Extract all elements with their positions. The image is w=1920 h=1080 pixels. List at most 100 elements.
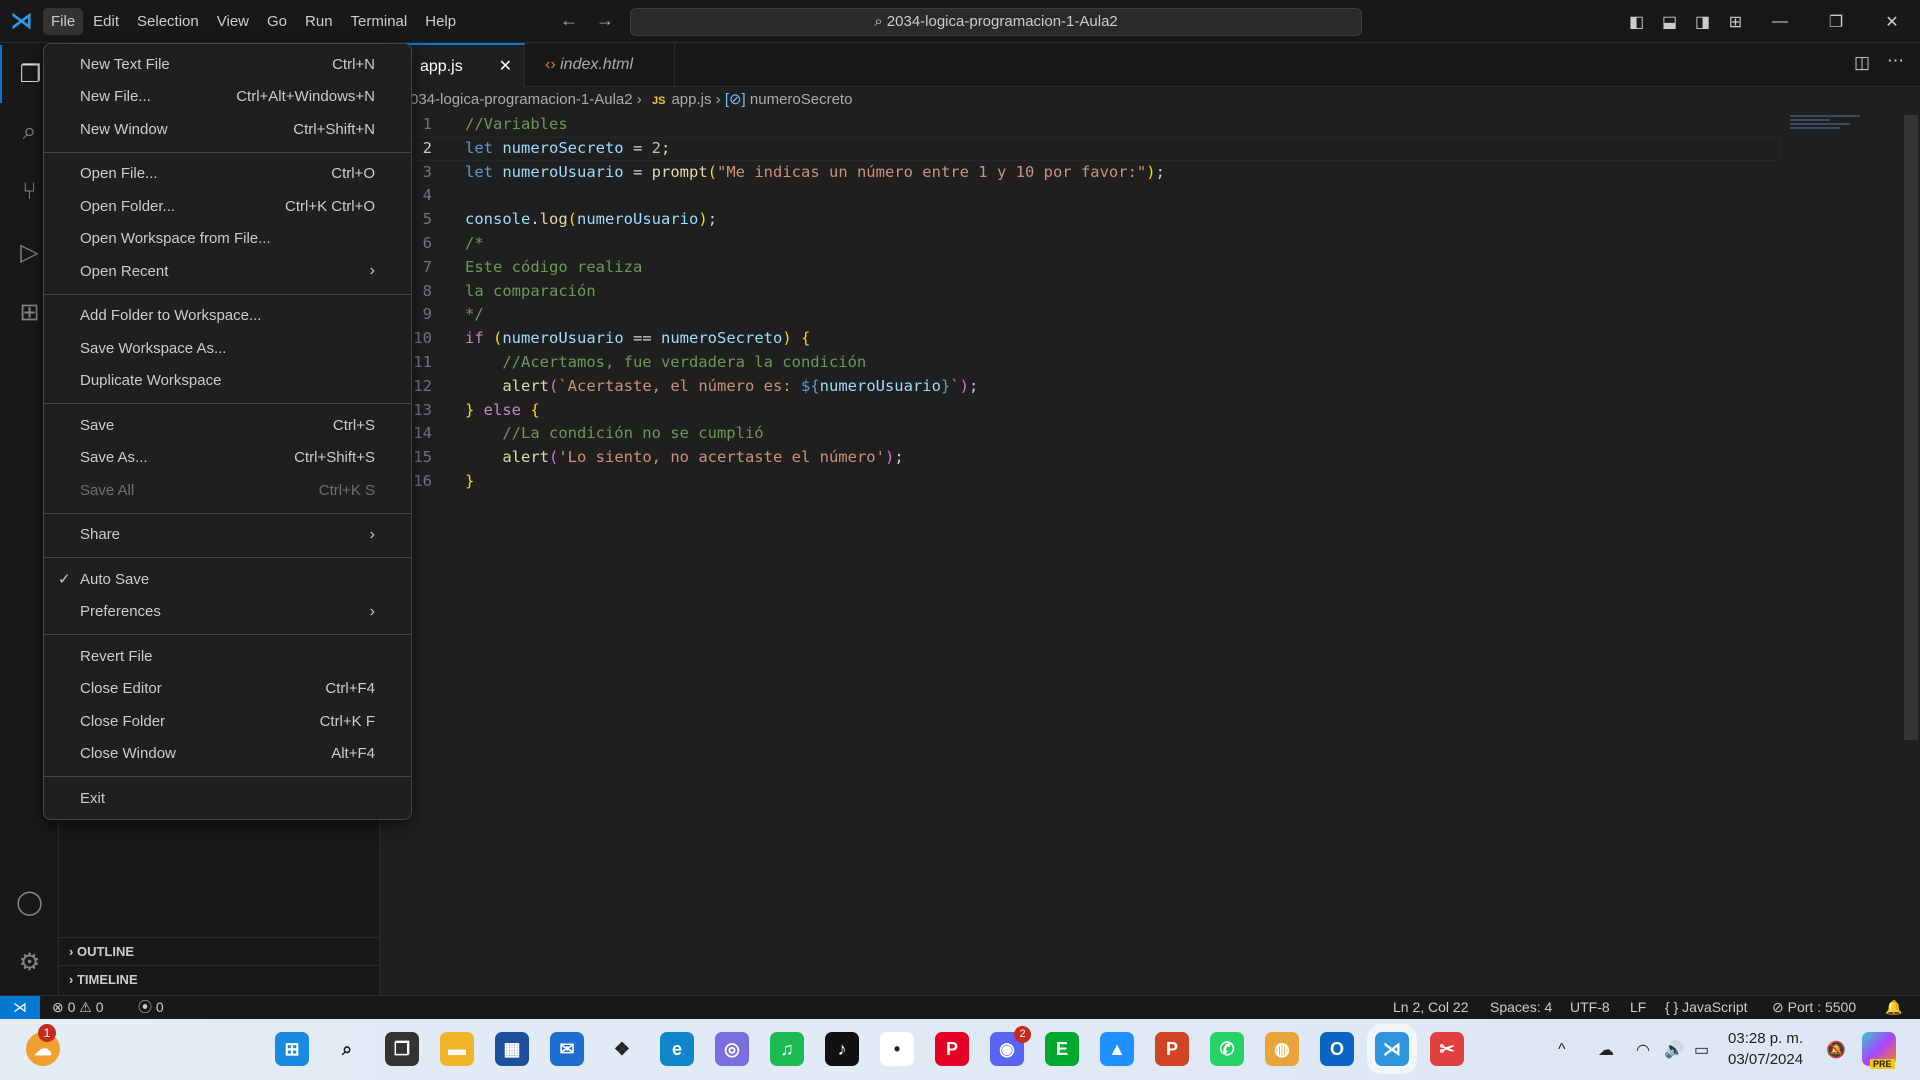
app-icon[interactable]: • bbox=[880, 1032, 914, 1066]
menu-terminal[interactable]: Terminal bbox=[343, 8, 416, 35]
menu-item-open-folder[interactable]: Open Folder... Ctrl+K Ctrl+O bbox=[44, 190, 411, 223]
menu-selection[interactable]: Selection bbox=[129, 8, 207, 35]
menu-item-open-workspace-from-file[interactable]: Open Workspace from File... bbox=[44, 223, 411, 256]
powerpoint-icon[interactable]: P bbox=[1155, 1032, 1189, 1066]
language-mode[interactable]: { } JavaScript bbox=[1665, 996, 1748, 1019]
minimize-button[interactable]: — bbox=[1752, 13, 1808, 31]
outlook-icon[interactable]: O bbox=[1320, 1032, 1354, 1066]
cursor-position[interactable]: Ln 2, Col 22 bbox=[1393, 996, 1469, 1019]
menu-item-save[interactable]: Save Ctrl+S bbox=[44, 409, 411, 442]
code-line[interactable]: 11 //Acertamos, fue verdadera la condici… bbox=[380, 351, 1780, 375]
code-line[interactable]: 7 Este código realiza bbox=[380, 256, 1780, 280]
restore-button[interactable]: ❐ bbox=[1808, 12, 1864, 32]
battery-icon[interactable]: ▭ bbox=[1694, 1019, 1709, 1080]
code-line[interactable]: 12 alert(`Acertaste, el número es: ${num… bbox=[380, 375, 1780, 399]
menu-item-close-folder[interactable]: Close Folder Ctrl+K F bbox=[44, 705, 411, 738]
whatsapp-icon[interactable]: ✆ bbox=[1210, 1032, 1244, 1066]
snipping-tool-icon[interactable]: ✂ bbox=[1430, 1032, 1464, 1066]
code-line[interactable]: 16} bbox=[380, 470, 1780, 494]
mail-icon[interactable]: ✉ bbox=[550, 1032, 584, 1066]
end-of-line[interactable]: LF bbox=[1630, 996, 1646, 1019]
start-icon[interactable]: ⊞ bbox=[275, 1032, 309, 1066]
menu-item-new-text-file[interactable]: New Text File Ctrl+N bbox=[44, 48, 411, 81]
breadcrumb-symbol[interactable]: numeroSecreto bbox=[750, 91, 853, 108]
menu-file[interactable]: File bbox=[43, 7, 84, 35]
minimap[interactable] bbox=[1790, 113, 1870, 153]
file-explorer-icon[interactable]: ▬ bbox=[440, 1032, 474, 1066]
menu-item-exit[interactable]: Exit bbox=[44, 782, 411, 815]
breadcrumb-file[interactable]: app.js bbox=[671, 91, 711, 108]
code-line[interactable]: 13} else { bbox=[380, 399, 1780, 423]
menu-item-share[interactable]: Share › bbox=[44, 519, 411, 552]
menu-item-duplicate-workspace[interactable]: Duplicate Workspace bbox=[44, 365, 411, 398]
code-line[interactable]: 3 let numeroUsuario = prompt("Me indicas … bbox=[380, 161, 1780, 185]
tiktok-icon[interactable]: ♪ bbox=[825, 1032, 859, 1066]
code-line[interactable]: 9 */ bbox=[380, 303, 1780, 327]
task-view-icon[interactable]: ❐ bbox=[385, 1032, 419, 1066]
menu-help[interactable]: Help bbox=[417, 8, 464, 35]
tab-index-html[interactable]: ‹› index.html bbox=[525, 43, 675, 87]
toggle-panel-icon[interactable]: ⬓ bbox=[1653, 12, 1686, 32]
forward-arrow-icon[interactable]: → bbox=[596, 10, 614, 31]
toggle-secondary-sidebar-icon[interactable]: ◨ bbox=[1686, 12, 1719, 32]
evernote-icon[interactable]: E bbox=[1045, 1032, 1079, 1066]
code-line[interactable]: 10 if (numeroUsuario == numeroSecreto) { bbox=[380, 327, 1780, 351]
breadcrumb-folder[interactable]: 034-logica-programacion-1-Aula2 bbox=[410, 91, 633, 108]
edge-icon[interactable]: e bbox=[660, 1032, 694, 1066]
problems-indicator[interactable]: ⊗ 0 ⚠ 0 bbox=[52, 996, 104, 1019]
code-line[interactable]: 5 console.log(numeroUsuario); bbox=[380, 208, 1780, 232]
menu-item-close-editor[interactable]: Close Editor Ctrl+F4 bbox=[44, 673, 411, 706]
clock[interactable]: 03:28 p. m. 03/07/2024 bbox=[1728, 1028, 1803, 1070]
dropbox-icon[interactable]: ❖ bbox=[605, 1032, 639, 1066]
menu-item-close-window[interactable]: Close Window Alt+F4 bbox=[44, 738, 411, 771]
menu-item-open-file[interactable]: Open File... Ctrl+O bbox=[44, 158, 411, 191]
show-hidden-icons[interactable]: ^ bbox=[1558, 1019, 1566, 1080]
spotify-icon[interactable]: ♫ bbox=[770, 1032, 804, 1066]
timeline-section[interactable]: › TIMELINE bbox=[59, 965, 380, 993]
editor-scrollbar[interactable] bbox=[1904, 115, 1918, 740]
menu-edit[interactable]: Edit bbox=[85, 8, 127, 35]
ports-indicator[interactable]: ⦿ 0 bbox=[138, 996, 164, 1019]
close-tab-icon[interactable]: ✕ bbox=[499, 45, 512, 89]
onedrive-icon[interactable]: ☁ bbox=[1598, 1019, 1614, 1080]
menu-item-add-folder-to-workspace[interactable]: Add Folder to Workspace... bbox=[44, 300, 411, 333]
copilot-app-icon[interactable]: ◎ bbox=[715, 1032, 749, 1066]
menu-view[interactable]: View bbox=[209, 8, 257, 35]
notifications-bell-icon[interactable]: 🔔 bbox=[1885, 996, 1902, 1019]
pinterest-icon[interactable]: P bbox=[935, 1032, 969, 1066]
accounts-icon[interactable]: ◯ bbox=[0, 873, 59, 931]
photos-icon[interactable]: ▲ bbox=[1100, 1032, 1134, 1066]
search-icon[interactable]: ⌕ bbox=[330, 1032, 364, 1066]
remote-indicator-icon[interactable]: ⋊ bbox=[0, 996, 40, 1020]
code-line[interactable]: 15 alert('Lo siento, no acertaste el núm… bbox=[380, 446, 1780, 470]
back-arrow-icon[interactable]: ← bbox=[560, 10, 578, 31]
command-center-search[interactable]: ⌕ 2034-logica-programacion-1-Aula2 bbox=[630, 8, 1362, 36]
vscode-icon[interactable]: ⋊ bbox=[1367, 1024, 1417, 1074]
settings-gear-icon[interactable]: ⚙ bbox=[0, 933, 59, 991]
code-line[interactable]: 4 bbox=[380, 184, 1780, 208]
menu-item-preferences[interactable]: Preferences › bbox=[44, 596, 411, 629]
menu-item-revert-file[interactable]: Revert File bbox=[44, 640, 411, 673]
menu-run[interactable]: Run bbox=[297, 8, 341, 35]
store-icon[interactable]: ▦ bbox=[495, 1032, 529, 1066]
menu-item-save-as[interactable]: Save As... Ctrl+Shift+S bbox=[44, 442, 411, 475]
indentation[interactable]: Spaces: 4 bbox=[1490, 996, 1552, 1019]
code-editor[interactable]: 1//Variables 2 let numeroSecreto = 2; 3 let … bbox=[380, 113, 1780, 494]
live-server-port[interactable]: ⊘ Port : 5500 bbox=[1772, 996, 1856, 1019]
code-line[interactable]: 14 //La condición no se cumplió bbox=[380, 422, 1780, 446]
volume-icon[interactable]: 🔊 bbox=[1664, 1019, 1684, 1080]
code-line[interactable]: 2 let numeroSecreto = 2; bbox=[380, 136, 1780, 161]
more-actions-icon[interactable]: ⋯ bbox=[1887, 51, 1904, 71]
menu-item-new-window[interactable]: New Window Ctrl+Shift+N bbox=[44, 113, 411, 146]
code-line[interactable]: 1//Variables bbox=[380, 113, 1780, 137]
customize-layout-icon[interactable]: ⊞ bbox=[1719, 12, 1752, 32]
encoding[interactable]: UTF-8 bbox=[1570, 996, 1610, 1019]
toggle-sidebar-icon[interactable]: ◧ bbox=[1620, 12, 1653, 32]
menu-item-save-workspace-as[interactable]: Save Workspace As... bbox=[44, 332, 411, 365]
outline-section[interactable]: › OUTLINE bbox=[59, 937, 380, 965]
chrome-icon[interactable]: ◍ bbox=[1265, 1032, 1299, 1066]
menu-go[interactable]: Go bbox=[259, 8, 295, 35]
code-line[interactable]: 8 la comparación bbox=[380, 280, 1780, 304]
menu-item-auto-save[interactable]: ✓ Auto Save bbox=[44, 563, 411, 596]
menu-item-open-recent[interactable]: Open Recent › bbox=[44, 255, 411, 288]
